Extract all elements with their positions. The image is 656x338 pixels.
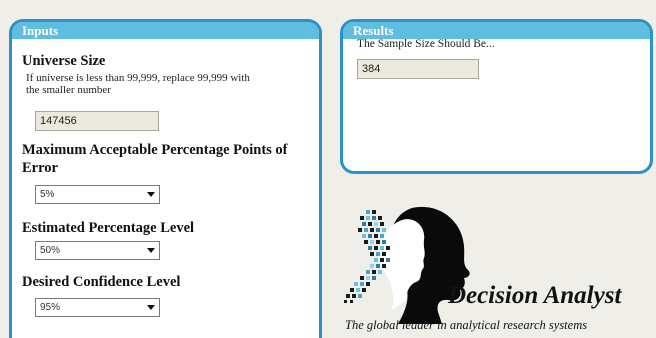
result-label: The Sample Size Should Be... — [357, 38, 495, 50]
confidence-level-value: 95% — [40, 302, 61, 313]
results-panel: Results The Sample Size Should Be... 384 — [340, 19, 653, 174]
sample-size-output: 384 — [357, 59, 479, 79]
estimated-level-select[interactable]: 50% — [35, 241, 160, 260]
inputs-header: Inputs — [12, 22, 319, 39]
results-header: Results — [343, 22, 650, 39]
max-error-select[interactable]: 5% — [35, 185, 160, 204]
chevron-down-icon[interactable] — [143, 186, 159, 203]
logo-name: Decision Analyst — [448, 282, 622, 309]
chevron-down-icon[interactable] — [143, 299, 159, 316]
max-error-value: 5% — [40, 189, 55, 200]
universe-size-input[interactable]: 147456 — [35, 111, 159, 131]
confidence-level-select[interactable]: 95% — [35, 298, 160, 317]
confidence-level-label: Desired Confidence Level — [22, 274, 181, 290]
max-error-label: Maximum Acceptable Percentage Points of … — [22, 142, 288, 176]
estimated-level-label: Estimated Percentage Level — [22, 220, 195, 236]
universe-size-hint: If universe is less than 99,999, replace… — [26, 72, 250, 96]
chevron-down-icon[interactable] — [143, 242, 159, 259]
logo-tagline: The global leader in analytical research… — [345, 318, 588, 332]
universe-size-label: Universe Size — [22, 53, 106, 69]
estimated-level-value: 50% — [40, 245, 61, 256]
